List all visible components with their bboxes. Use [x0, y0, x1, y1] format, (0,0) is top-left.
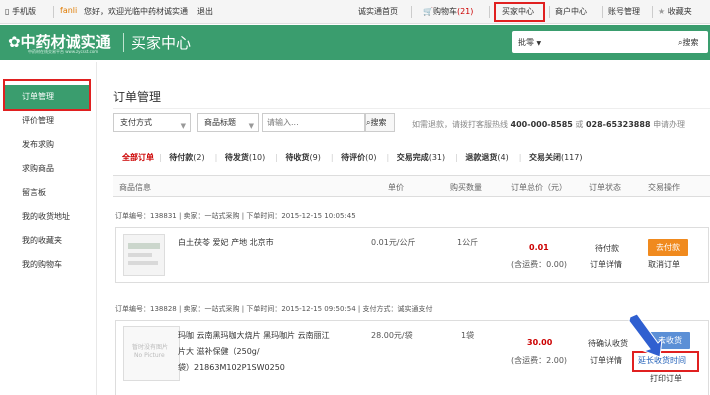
tab-pending-payment[interactable]: 待付款(2) — [169, 153, 209, 162]
product-name-line2[interactable]: 片大 滋补保健（250g/ — [178, 346, 260, 357]
order-meta: 订单编号：138831 | 卖家：一站式采购 | 下单时间：2015-12-15… — [115, 212, 356, 220]
tab-pending-shipment[interactable]: 待发货(10) — [225, 153, 270, 162]
product-name-line1[interactable]: 玛咖 云南黑玛咖大烧片 黑玛咖片 云南丽江 — [178, 330, 330, 341]
tab-completed[interactable]: 交易完成(31) — [397, 153, 450, 162]
sidebar-item-cart[interactable]: 我的购物车 — [4, 253, 90, 277]
unit-price: 0.01元/公斤 — [371, 238, 416, 247]
column-header: 订单状态 — [589, 183, 621, 192]
divider — [123, 33, 124, 52]
sidebar-item-addresses[interactable]: 我的收货地址 — [4, 205, 90, 229]
account-link[interactable]: 账号管理 — [608, 6, 640, 17]
order-meta: 订单编号：138828 | 卖家：一站式采购 | 下单时间：2015-12-15… — [115, 305, 433, 313]
divider — [113, 108, 710, 109]
print-order-link[interactable]: 打印订单 — [650, 373, 682, 384]
divider — [652, 6, 653, 18]
highlight-box — [3, 79, 91, 111]
quantity: 1公斤 — [457, 238, 479, 247]
cart-count: (21) — [456, 7, 474, 16]
order-tabs: 全部订单 | 待付款(2) | 待发货(10) | 待收货(9) | 待评价(0) | 交… — [122, 152, 592, 163]
column-header: 单价 — [388, 183, 404, 192]
column-header: 订单总价（元） — [511, 183, 567, 192]
leaf-icon: ✿ — [8, 33, 21, 51]
payment-filter-select[interactable]: 支付方式 ▼ — [113, 113, 191, 132]
sidebar-item-reviews[interactable]: 评价管理 — [4, 109, 90, 133]
divider — [53, 6, 54, 18]
sidebar-item-post-request[interactable]: 发布求购 — [4, 133, 90, 157]
sidebar-item-messages[interactable]: 留言板 — [4, 181, 90, 205]
shipping-fee: (含运费：0.00) — [511, 260, 568, 269]
product-name-line3[interactable]: 袋）21863M102P1SW0250 — [178, 362, 285, 373]
product-thumbnail[interactable]: 暂时没有图片 No Picture — [123, 326, 180, 381]
unit-price: 28.00元/袋 — [371, 331, 413, 340]
phone-icon: ▯ — [5, 7, 10, 16]
title-filter-select[interactable]: 商品标题 ▼ — [197, 113, 259, 132]
sidebar-item-requests[interactable]: 求购商品 — [4, 157, 90, 181]
merchant-center-link[interactable]: 商户中心 — [555, 6, 587, 17]
top-bar: ▯ 手机版 fanli 您好，欢迎光临中药材诚实通 退出 诚实通首页 🛒购物车(… — [0, 0, 710, 24]
no-picture-subtext: No Picture — [134, 352, 165, 359]
hotline-number-2: 028-65323888 — [585, 120, 651, 129]
annotation-arrow-icon — [628, 313, 663, 358]
column-header: 商品信息 — [119, 183, 151, 192]
cancel-order-link[interactable]: 取消订单 — [648, 259, 680, 270]
header: ✿中药材诚实通 中药材在线交易平台 www.zycsst.com 买家中心 批零… — [0, 25, 710, 60]
chevron-down-icon: ▼ — [248, 122, 254, 130]
tab-pending-review[interactable]: 待评价(0) — [341, 153, 381, 162]
star-icon: ★ — [658, 7, 666, 16]
mobile-link[interactable]: ▯ 手机版 — [5, 6, 36, 17]
column-header: 购买数量 — [450, 183, 482, 192]
refund-hotline: 如需退款，请拨打客服热线 400-000-8585 或 028-65323888… — [412, 120, 686, 129]
apply-link[interactable]: 申请办理 — [653, 120, 685, 129]
header-search: 批零 ▼ ⌕搜索 — [512, 31, 708, 53]
divider — [411, 6, 412, 18]
no-picture-text: 暂时没有图片 — [132, 344, 169, 351]
divider — [489, 6, 490, 18]
order-detail-link[interactable]: 订单详情 — [590, 355, 622, 366]
order-search-input[interactable] — [262, 113, 365, 132]
divider — [96, 62, 97, 395]
page-title: 订单管理 — [113, 90, 162, 104]
cart-icon: 🛒 — [423, 7, 433, 16]
highlight-box — [494, 2, 545, 22]
favorites-link[interactable]: ★ 收藏夹 — [658, 6, 692, 17]
tab-all[interactable]: 全部订单 — [122, 153, 154, 162]
tab-pending-receipt[interactable]: 待收货(9) — [286, 153, 326, 162]
username[interactable]: fanli — [60, 6, 77, 15]
order-total: 0.01 — [529, 243, 549, 252]
logout-link[interactable]: 退出 — [197, 6, 213, 17]
home-link[interactable]: 诚实通首页 — [358, 6, 398, 17]
search-type-select[interactable]: 批零 ▼ — [518, 37, 541, 48]
chevron-down-icon: ▼ — [536, 40, 542, 47]
chevron-down-icon: ▼ — [180, 122, 186, 130]
header-search-button[interactable]: ⌕搜索 — [678, 37, 698, 48]
quantity: 1袋 — [461, 331, 475, 340]
order-row: 白土茯苓 爱妃 产地 北京市 0.01元/公斤 1公斤 0.01 (含运费：0.… — [115, 227, 709, 283]
tab-closed[interactable]: 交易关闭(117) — [529, 153, 588, 162]
order-detail-link[interactable]: 订单详情 — [590, 259, 622, 270]
hotline-number-1: 400-000-8585 — [510, 120, 573, 129]
table-header: 商品信息 单价 购买数量 订单总价（元） 订单状态 交易操作 — [113, 175, 710, 197]
header-title: 买家中心 — [131, 34, 192, 52]
order-search-button[interactable]: ⌕搜索 — [365, 113, 395, 132]
shipping-fee: (含运费：2.00) — [511, 356, 568, 365]
sidebar-item-favorites[interactable]: 我的收藏夹 — [4, 229, 90, 253]
tab-refunds[interactable]: 退款退货(4) — [465, 153, 513, 162]
cart-link[interactable]: 🛒购物车(21) — [423, 6, 473, 17]
header-search-input[interactable] — [570, 33, 675, 51]
product-thumbnail[interactable] — [123, 234, 165, 276]
logo-subtitle: 中药材在线交易平台 www.zycsst.com — [28, 49, 99, 54]
divider — [549, 6, 550, 18]
product-name[interactable]: 白土茯苓 爱妃 产地 北京市 — [178, 237, 274, 248]
order-status: 待付款 — [595, 244, 619, 253]
order-total: 30.00 — [527, 338, 553, 347]
welcome-text: 您好，欢迎光临中药材诚实通 — [84, 7, 188, 16]
column-header: 交易操作 — [648, 183, 680, 192]
divider — [602, 6, 603, 18]
pay-button[interactable]: 去付款 — [648, 239, 688, 256]
